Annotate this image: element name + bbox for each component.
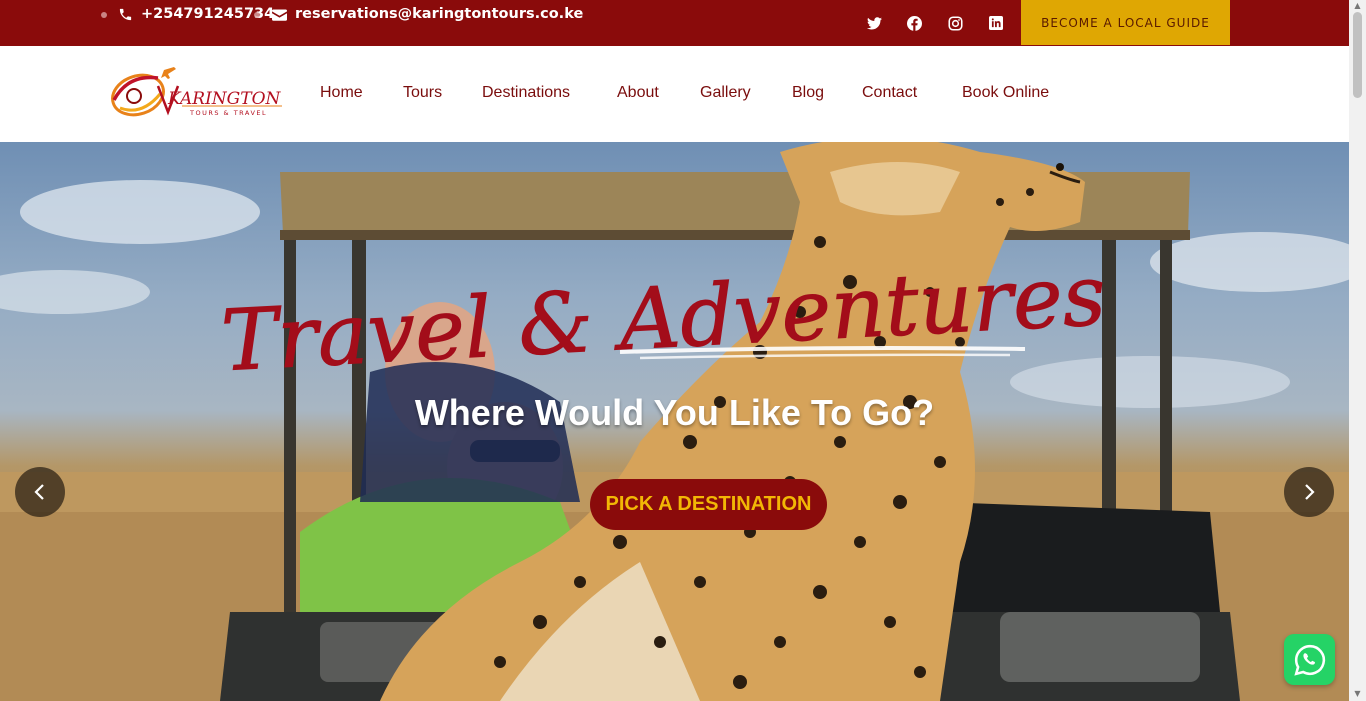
- nav-about[interactable]: About: [617, 84, 659, 102]
- chevron-right-icon: [1305, 484, 1315, 500]
- top-bar: +254791245734 reservations@karingtontour…: [0, 0, 1349, 46]
- email-link[interactable]: reservations@karingtontours.co.ke: [272, 6, 583, 22]
- nav-tours[interactable]: Tours: [403, 84, 442, 102]
- facebook-icon[interactable]: [905, 14, 923, 32]
- nav-destinations[interactable]: Destinations: [482, 84, 570, 102]
- slider-next-button[interactable]: [1284, 467, 1334, 517]
- separator-dot: [101, 12, 107, 18]
- phone-icon: [119, 8, 132, 20]
- envelope-icon: [272, 9, 287, 21]
- hero-headline: Where Would You Like To Go?: [414, 392, 935, 433]
- separator-dot: [254, 12, 260, 18]
- nav-blog[interactable]: Blog: [792, 84, 824, 102]
- email-address: reservations@karingtontours.co.ke: [295, 6, 584, 22]
- nav-gallery[interactable]: Gallery: [700, 84, 751, 102]
- scrollbar-thumb[interactable]: [1353, 12, 1362, 98]
- hero-slider: Travel & Adventures Where Would You Like…: [0, 142, 1349, 701]
- twitter-icon[interactable]: [865, 14, 883, 32]
- site-header: KARINGTON TOURS & TRAVEL Home Tours Dest…: [0, 46, 1349, 142]
- logo-tagline: TOURS & TRAVEL: [189, 109, 267, 117]
- scroll-down-arrow-icon[interactable]: ▼: [1353, 690, 1362, 698]
- nav-book-online[interactable]: Book Online: [962, 84, 1049, 102]
- instagram-icon[interactable]: [946, 14, 964, 32]
- site-logo[interactable]: KARINGTON TOURS & TRAVEL: [108, 64, 288, 124]
- pick-destination-button[interactable]: PICK A DESTINATION: [590, 479, 827, 530]
- phone-link[interactable]: +254791245734: [118, 6, 274, 22]
- nav-home[interactable]: Home: [320, 84, 363, 102]
- whatsapp-chat-button[interactable]: [1284, 634, 1335, 685]
- whatsapp-icon: [1293, 644, 1325, 676]
- linkedin-icon[interactable]: [987, 14, 1005, 32]
- become-local-guide-button[interactable]: BECOME A LOCAL GUIDE: [1021, 0, 1230, 45]
- chevron-left-icon: [34, 484, 44, 500]
- script-title-text: Travel & Adventures: [219, 246, 1108, 390]
- karington-logo-mark: KARINGTON TOURS & TRAVEL: [111, 67, 282, 117]
- nav-contact[interactable]: Contact: [862, 84, 917, 102]
- scroll-up-arrow-icon[interactable]: ▲: [1353, 2, 1362, 10]
- slider-prev-button[interactable]: [15, 467, 65, 517]
- page-scrollbar[interactable]: ▲ ▼: [1349, 0, 1366, 701]
